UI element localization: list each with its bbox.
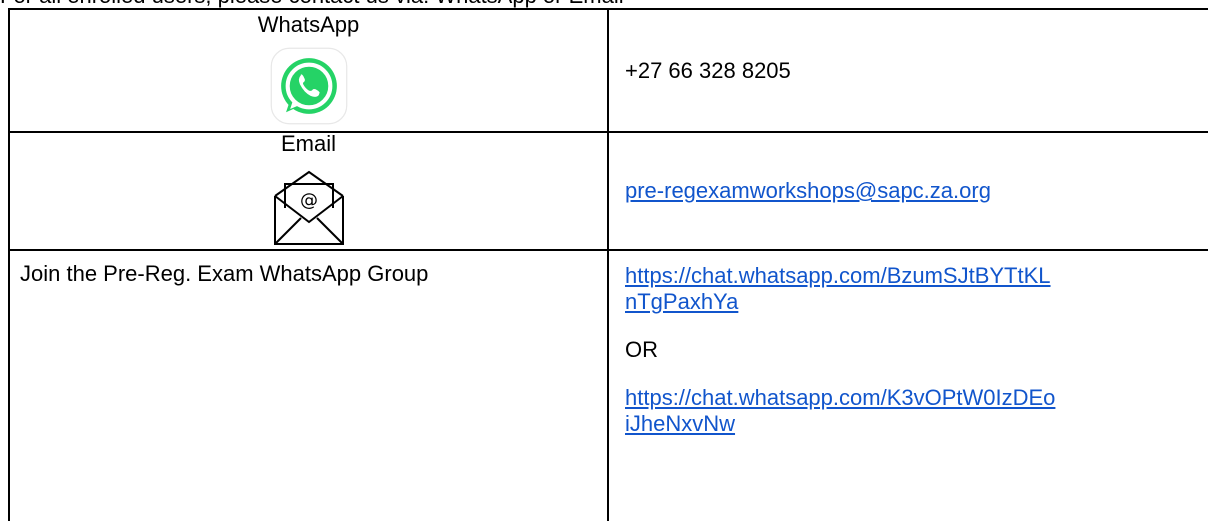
whatsapp-number: +27 66 328 8205 [625, 57, 791, 83]
table-row-group: Join the Pre-Reg. Exam WhatsApp Group ht… [8, 249, 1208, 521]
table-row-whatsapp: WhatsApp +27 66 328 8205 [8, 8, 1208, 133]
email-link[interactable]: pre-regexamworkshops@sapc.za.org [625, 178, 991, 203]
group-link-2-line-1: https://chat.whatsapp.com/K3vOPtW0IzDEo [625, 385, 1056, 410]
contact-table: WhatsApp +27 66 328 8205 Email @ pre-reg… [8, 8, 1208, 521]
group-link-1-line-2: nTgPaxhYa [625, 289, 739, 314]
whatsapp-label: WhatsApp [257, 11, 360, 37]
or-separator: OR [625, 337, 658, 362]
group-links-cell: https://chat.whatsapp.com/BzumSJtBYTtKL n… [607, 249, 1208, 521]
group-link-1-line-1: https://chat.whatsapp.com/BzumSJtBYTtKL [625, 263, 1051, 288]
whatsapp-logo-icon [270, 47, 347, 124]
whatsapp-number-cell: +27 66 328 8205 [607, 8, 1208, 133]
email-label: Email [280, 131, 336, 156]
group-label: Join the Pre-Reg. Exam WhatsApp Group [20, 261, 429, 286]
email-address-cell: pre-regexamworkshops@sapc.za.org [607, 131, 1208, 251]
group-link-1[interactable]: https://chat.whatsapp.com/BzumSJtBYTtKL n… [625, 263, 1051, 314]
contact-table-container: WhatsApp +27 66 328 8205 Email @ pre-reg… [0, 0, 1208, 521]
whatsapp-label-cell: WhatsApp [8, 8, 609, 133]
svg-text:@: @ [300, 190, 318, 211]
envelope-at-icon: @ [273, 170, 344, 245]
email-label-cell: Email @ [8, 131, 609, 251]
group-link-2[interactable]: https://chat.whatsapp.com/K3vOPtW0IzDEo i… [625, 385, 1055, 436]
group-label-cell: Join the Pre-Reg. Exam WhatsApp Group [8, 249, 609, 521]
table-row-email: Email @ pre-regexamworkshops@sapc.za.org [8, 131, 1208, 251]
group-link-2-line-2: iJheNxvNw [625, 411, 736, 436]
